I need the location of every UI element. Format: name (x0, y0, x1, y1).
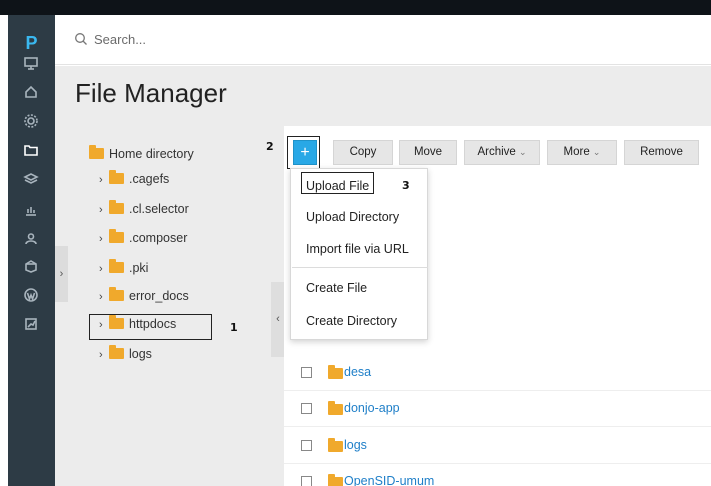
folder-icon (109, 229, 124, 243)
tree-item-label: logs (129, 347, 152, 361)
folder-icon (328, 401, 343, 415)
user-icon[interactable] (22, 231, 40, 249)
callout-2: 2 (266, 140, 274, 153)
chart-icon[interactable] (22, 202, 40, 220)
callout-3: 3 (402, 179, 410, 192)
folder-icon (109, 345, 124, 359)
more-button[interactable]: More ⌄ (547, 140, 617, 165)
search-icon (75, 33, 87, 45)
folder-icon (328, 365, 343, 379)
move-button[interactable]: Move (399, 140, 457, 165)
tree-item-label: .cl.selector (129, 202, 189, 216)
search-input[interactable] (94, 28, 394, 50)
tree-item-label: error_docs (129, 289, 189, 303)
menu-item-import-url[interactable]: Import file via URL (306, 242, 409, 256)
tree-item-logs[interactable]: › logs (99, 344, 152, 364)
file-name-link[interactable]: OpenSID-umum (344, 474, 434, 486)
top-strip (0, 0, 711, 15)
tree-item-label: .pki (129, 261, 149, 275)
tree-item-composer[interactable]: › .composer (99, 228, 187, 248)
chevron-right-icon[interactable]: › (99, 200, 109, 220)
folder-icon (89, 145, 104, 159)
tree-item-pki[interactable]: › .pki (99, 258, 148, 278)
toolbar: + Copy Move Archive ⌄ More ⌄ Remove (284, 138, 711, 168)
file-name-link[interactable]: logs (344, 438, 367, 452)
highlight-box-upload-file (301, 172, 374, 194)
package-icon[interactable] (22, 258, 40, 276)
folder-icon (109, 259, 124, 273)
row-checkbox[interactable] (301, 367, 312, 378)
folder-icon[interactable] (22, 142, 40, 160)
layers-icon[interactable] (22, 171, 40, 189)
callout-1: 1 (230, 321, 238, 334)
tree-item-cagefs[interactable]: › .cagefs (99, 169, 169, 189)
tree-item-home[interactable]: Home directory (89, 144, 194, 164)
row-checkbox[interactable] (301, 476, 312, 486)
remove-button[interactable]: Remove (624, 140, 699, 165)
chevron-right-icon[interactable]: › (99, 170, 109, 190)
archive-button[interactable]: Archive ⌄ (464, 140, 540, 165)
home-icon[interactable] (22, 84, 40, 102)
chevron-right-icon[interactable]: › (99, 345, 109, 365)
menu-item-upload-directory[interactable]: Upload Directory (306, 210, 399, 224)
chevron-right-icon[interactable]: › (99, 287, 109, 307)
tree-item-cl-selector[interactable]: › .cl.selector (99, 199, 189, 219)
file-name-link[interactable]: donjo-app (344, 401, 400, 415)
wordpress-icon[interactable] (22, 287, 40, 305)
table-row[interactable]: donjo-app (284, 391, 711, 427)
tree-item-error-docs[interactable]: › error_docs (99, 286, 189, 306)
table-row[interactable]: logs (284, 428, 711, 464)
file-name-link[interactable]: desa (344, 365, 371, 379)
folder-icon (109, 200, 124, 214)
stats-icon[interactable] (22, 316, 40, 334)
sidebar-expand-handle[interactable]: › (55, 246, 68, 302)
tree-item-label: .cagefs (129, 172, 170, 186)
sidebar: P (8, 15, 55, 486)
highlight-box-httpdocs (89, 314, 212, 340)
chevron-right-icon[interactable]: › (99, 259, 109, 279)
table-row[interactable]: OpenSID-umum (284, 464, 711, 486)
chevron-down-icon: ⌄ (592, 147, 601, 157)
row-checkbox[interactable] (301, 440, 312, 451)
page-header: File Manager (55, 66, 711, 126)
copy-button[interactable]: Copy (333, 140, 393, 165)
tree-item-label: Home directory (109, 147, 194, 161)
chevron-down-icon: ⌄ (519, 147, 527, 157)
menu-item-create-directory[interactable]: Create Directory (306, 314, 397, 328)
panel-collapse-handle[interactable]: ‹ (271, 282, 285, 357)
chevron-right-icon[interactable]: › (99, 229, 109, 249)
archive-label: Archive (477, 146, 516, 158)
menu-divider (292, 267, 428, 268)
page-title: File Manager (75, 78, 227, 108)
monitor-icon[interactable] (22, 55, 40, 73)
row-checkbox[interactable] (301, 403, 312, 414)
app-logo[interactable]: P (8, 33, 55, 54)
folder-icon (328, 438, 343, 452)
folder-icon (109, 170, 124, 184)
highlight-box-add (287, 136, 320, 169)
more-label: More (563, 146, 590, 158)
gear-icon[interactable] (22, 113, 40, 131)
folder-icon (328, 474, 343, 486)
folder-icon (109, 287, 124, 301)
top-search-bar (55, 15, 711, 65)
tree-item-label: .composer (129, 231, 188, 245)
menu-item-create-file[interactable]: Create File (306, 281, 367, 295)
table-row[interactable]: desa (284, 355, 711, 391)
